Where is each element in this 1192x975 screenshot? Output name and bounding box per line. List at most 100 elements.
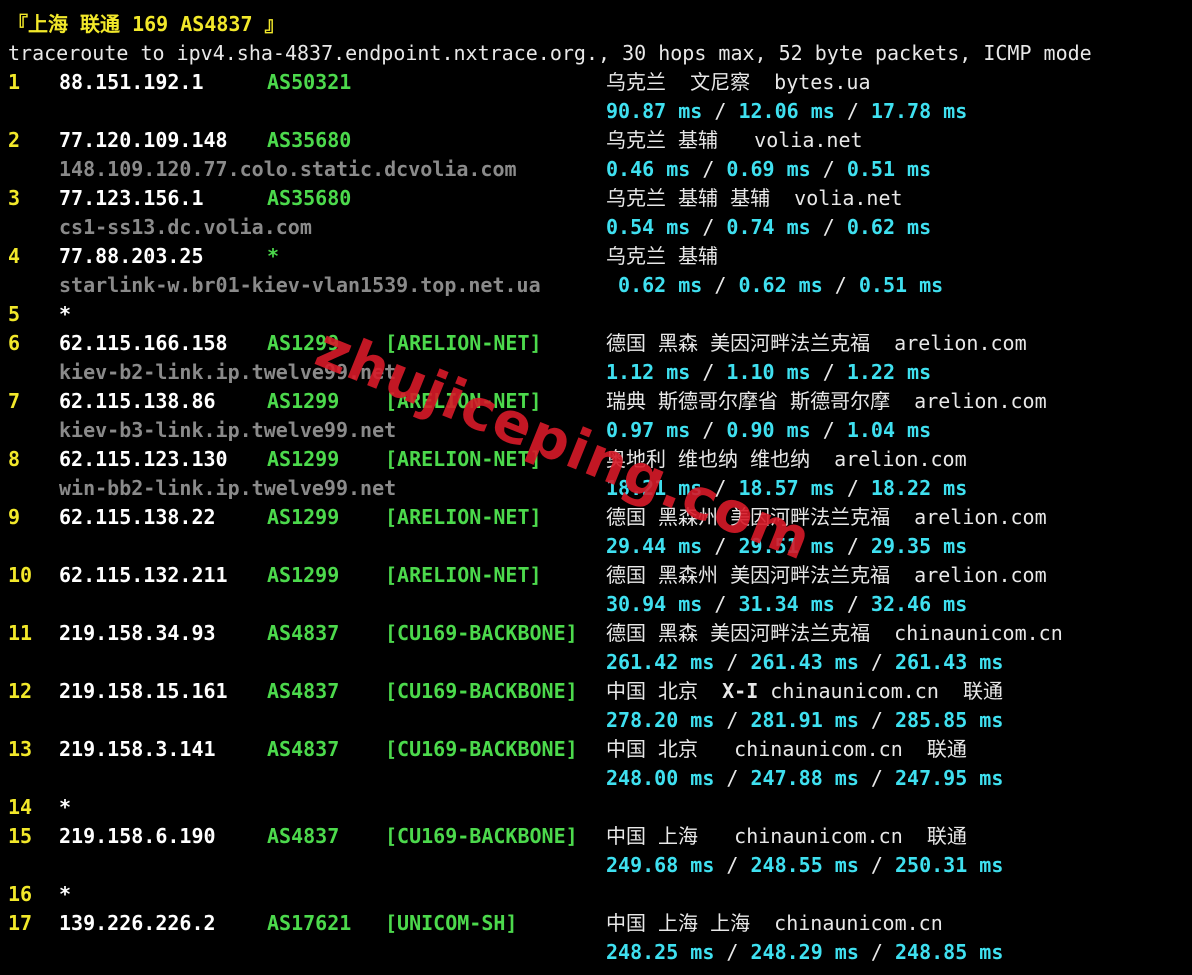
hop-rtt: 261.42 ms / 261.43 ms / 261.43 ms [606, 648, 1003, 677]
hop-hostname: starlink-w.br01-kiev-vlan1539.top.net.ua [59, 273, 541, 297]
hop-ip: 62.115.138.22 [59, 505, 216, 529]
hop-geo-location: 乌克兰 基辅 [606, 244, 719, 268]
hop-number: 4 [8, 244, 21, 268]
hop-ip: 62.115.123.130 [59, 447, 228, 471]
rtt-separator: / [690, 157, 727, 181]
hop-geo-marker: X-I [722, 679, 759, 703]
hop-row: 8 62.115.123.130 AS1299 [ARELION-NET] 奥地利 维也… [8, 445, 1188, 474]
rtt-value: 248.29 ms [750, 940, 859, 964]
hop-number: 5 [8, 302, 21, 326]
trace-title: 『上海 联通 169 AS4837 』 [8, 12, 285, 36]
hop-geo-location: 中国 上海 chinaunicom.cn 联通 [606, 824, 967, 848]
hop-row: 13 219.158.3.141 AS4837 [CU169-BACKBONE] 中国 … [8, 735, 1188, 764]
rtt-separator: / [858, 650, 895, 674]
hop-geo: 中国 北京 X-I chinaunicom.cn 联通 [606, 677, 1003, 706]
hop-ip: 62.115.132.211 [59, 563, 228, 587]
hop-asn: * [267, 244, 280, 268]
hop-geo: 德国 黑森 美因河畔法兰克福 chinaunicom.cn [606, 619, 1063, 648]
hop-row: 15 219.158.6.190 AS4837 [CU169-BACKBONE] 中国 … [8, 822, 1188, 851]
rtt-separator: / [702, 534, 739, 558]
rtt-value: 0.51 ms [846, 157, 932, 181]
hop-number: 10 [8, 563, 33, 587]
rtt-value: 0.51 ms [858, 273, 944, 297]
hop-geo: 奥地利 维也纳 维也纳 arelion.com [606, 445, 967, 474]
rtt-value: 12.06 ms [738, 99, 835, 123]
rtt-separator: / [822, 273, 859, 297]
hop-detail-row: 249.68 ms / 248.55 ms / 250.31 ms [8, 851, 1188, 880]
hop-number: 3 [8, 186, 21, 210]
hop-network-tag: [ARELION-NET] [385, 563, 542, 587]
hop-rtt: 90.87 ms / 12.06 ms / 17.78 ms [606, 97, 967, 126]
hop-network-tag: [UNICOM-SH] [385, 911, 518, 935]
hop-rtt: 0.97 ms / 0.90 ms / 1.04 ms [606, 416, 931, 445]
rtt-separator: / [714, 940, 751, 964]
hop-detail-row: 248.25 ms / 248.29 ms / 248.85 ms [8, 938, 1188, 967]
rtt-value: 281.91 ms [750, 708, 859, 732]
rtt-separator: / [810, 418, 847, 442]
rtt-separator: / [858, 853, 895, 877]
hop-asn: AS1299 [267, 563, 340, 587]
hop-row: 11 219.158.34.93 AS4837 [CU169-BACKBONE] 德国 … [8, 619, 1188, 648]
rtt-value: 248.00 ms [606, 766, 715, 790]
command-line: traceroute to ipv4.sha-4837.endpoint.nxt… [8, 39, 1188, 68]
hop-number: 13 [8, 737, 33, 761]
hop-row: 3 77.123.156.1 AS35680 乌克兰 基辅 基辅 volia.net [8, 184, 1188, 213]
hop-rtt: 0.54 ms / 0.74 ms / 0.62 ms [606, 213, 931, 242]
hop-geo: 中国 上海 上海 chinaunicom.cn [606, 909, 943, 938]
hop-row: 1 88.151.192.1 AS50321 乌克兰 文尼察 bytes.ua [8, 68, 1188, 97]
hop-rtt: 0.46 ms / 0.69 ms / 0.51 ms [606, 155, 931, 184]
hop-number: 11 [8, 621, 33, 645]
rtt-separator: / [714, 650, 751, 674]
rtt-value: 248.25 ms [606, 940, 715, 964]
rtt-separator: / [810, 157, 847, 181]
hop-asn: AS1299 [267, 331, 340, 355]
hop-geo-location: 中国 上海 上海 chinaunicom.cn [606, 911, 943, 935]
rtt-value: 1.04 ms [846, 418, 932, 442]
rtt-value: 248.55 ms [750, 853, 859, 877]
rtt-value: 249.68 ms [606, 853, 715, 877]
rtt-value: 261.43 ms [895, 650, 1004, 674]
hop-rtt: 249.68 ms / 248.55 ms / 250.31 ms [606, 851, 1003, 880]
hop-geo-location: 乌克兰 基辅 基辅 volia.net [606, 186, 903, 210]
rtt-value: 247.88 ms [750, 766, 859, 790]
hop-detail-row: 90.87 ms / 12.06 ms / 17.78 ms [8, 97, 1188, 126]
rtt-separator: / [858, 940, 895, 964]
hop-asn: AS50321 [267, 70, 352, 94]
rtt-separator: / [690, 360, 727, 384]
rtt-separator: / [702, 592, 739, 616]
hop-network-tag: [ARELION-NET] [385, 505, 542, 529]
hop-ip: 62.115.138.86 [59, 389, 216, 413]
rtt-value: 0.74 ms [726, 215, 811, 239]
hop-network-tag: [CU169-BACKBONE] [385, 679, 578, 703]
hop-row: 12 219.158.15.161 AS4837 [CU169-BACKBONE] 中国… [8, 677, 1188, 706]
hop-detail-row: 148.109.120.77.colo.static.dcvolia.com 0.… [8, 155, 1188, 184]
hop-geo-location: 乌克兰 基辅 volia.net [606, 128, 863, 152]
hop-asn: AS4837 [267, 824, 340, 848]
rtt-value: 0.54 ms [606, 215, 691, 239]
hop-geo: 乌克兰 基辅 volia.net [606, 126, 863, 155]
hop-network-tag: [ARELION-NET] [385, 389, 542, 413]
rtt-value: 248.85 ms [895, 940, 1004, 964]
rtt-value: 0.62 ms [846, 215, 932, 239]
rtt-separator: / [714, 766, 751, 790]
timeout-marker: * [59, 795, 72, 819]
hop-rtt: 18.21 ms / 18.57 ms / 18.22 ms [606, 474, 967, 503]
hop-asn: AS4837 [267, 621, 340, 645]
hop-geo: 乌克兰 基辅 基辅 volia.net [606, 184, 903, 213]
hop-number: 17 [8, 911, 33, 935]
rtt-value: 32.46 ms [870, 592, 968, 616]
rtt-separator: / [702, 273, 739, 297]
hop-network-tag: [CU169-BACKBONE] [385, 621, 578, 645]
rtt-value: 247.95 ms [895, 766, 1004, 790]
hop-asn: AS1299 [267, 447, 340, 471]
hop-geo-location: 瑞典 斯德哥尔摩省 斯德哥尔摩 arelion.com [606, 389, 1047, 413]
hop-geo-location: 奥地利 维也纳 维也纳 arelion.com [606, 447, 967, 471]
hop-detail-row: kiev-b3-link.ip.twelve99.net 0.97 ms / 0.… [8, 416, 1188, 445]
hop-number: 16 [8, 882, 33, 906]
hop-asn: AS4837 [267, 679, 340, 703]
hop-ip: 219.158.3.141 [59, 737, 216, 761]
hop-number: 1 [8, 70, 21, 94]
rtt-separator: / [702, 476, 739, 500]
rtt-value: 29.51 ms [738, 534, 835, 558]
hop-geo-location: 乌克兰 文尼察 bytes.ua [606, 70, 871, 94]
